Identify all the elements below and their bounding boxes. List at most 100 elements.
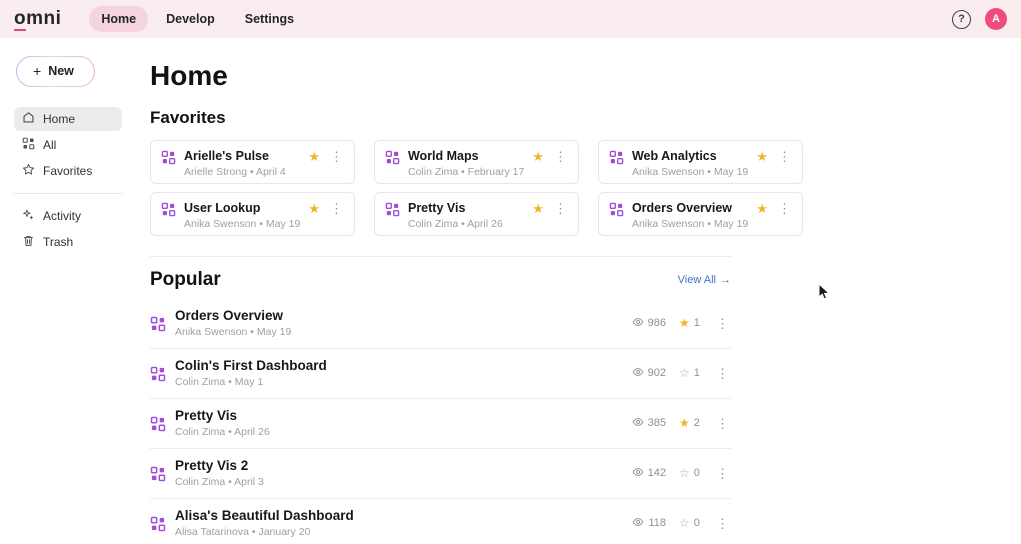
favorite-card[interactable]: Web Analytics Anika Swenson • May 19 ★ ⋮ <box>598 140 803 184</box>
star-toggle-icon[interactable]: ★ <box>679 417 690 430</box>
star-toggle-icon[interactable]: ★ <box>679 317 690 330</box>
trash-icon <box>22 234 35 250</box>
popular-row-stats: 986 ★ 1 ⋮ <box>622 316 731 331</box>
help-icon[interactable]: ? <box>952 10 971 29</box>
dashboard-icon <box>150 516 166 532</box>
views-count: 902 <box>648 367 666 379</box>
favorite-card[interactable]: User Lookup Anika Swenson • May 19 ★ ⋮ <box>150 192 355 236</box>
popular-row-title: Pretty Vis <box>175 408 613 423</box>
star-toggle-icon[interactable]: ☆ <box>679 467 690 480</box>
view-all-label: View All <box>678 274 716 286</box>
more-menu-icon[interactable]: ⋮ <box>776 202 793 215</box>
star-toggle-icon[interactable]: ☆ <box>679 517 690 530</box>
popular-row-text: Pretty Vis Colin Zima • April 26 <box>175 408 613 438</box>
views-stat: 385 <box>622 416 666 431</box>
views-count: 142 <box>648 467 666 479</box>
stars-count: 0 <box>694 467 700 479</box>
popular-row-text: Orders Overview Anika Swenson • May 19 <box>175 308 613 338</box>
favorite-card-subtitle: Anika Swenson • May 19 <box>632 218 748 230</box>
stars-stat: ★ 2 <box>679 417 701 430</box>
sidebar-nav: Home All Favorites Activity Trash <box>14 107 136 254</box>
more-menu-icon[interactable]: ⋮ <box>714 367 731 380</box>
favorite-card-title: World Maps <box>408 149 524 163</box>
dashboard-icon <box>150 466 166 482</box>
popular-row[interactable]: Pretty Vis Colin Zima • April 26 385 ★ 2 <box>150 399 731 449</box>
favorite-card-title: Pretty Vis <box>408 201 524 215</box>
popular-row[interactable]: Orders Overview Anika Swenson • May 19 9… <box>150 299 731 349</box>
favorites-grid: Arielle's Pulse Arielle Strong • April 4… <box>150 140 731 236</box>
eye-icon <box>632 366 644 381</box>
star-toggle-icon[interactable]: ☆ <box>679 367 690 380</box>
popular-row-subtitle: Alisa Tatarinova • January 20 <box>175 526 613 538</box>
sidebar-divider <box>14 193 122 194</box>
eye-icon <box>632 466 644 481</box>
more-menu-icon[interactable]: ⋮ <box>552 202 569 215</box>
favorite-star-icon[interactable]: ★ <box>756 150 768 163</box>
more-menu-icon[interactable]: ⋮ <box>328 202 345 215</box>
favorite-star-icon[interactable]: ★ <box>756 202 768 215</box>
favorite-card-text: World Maps Colin Zima • February 17 <box>408 149 524 178</box>
app-window: omni Home Develop Settings ? A + New Hom… <box>0 0 1021 544</box>
page-title: Home <box>150 60 731 92</box>
popular-row[interactable]: Colin's First Dashboard Colin Zima • May… <box>150 349 731 399</box>
views-count: 118 <box>648 517 666 529</box>
popular-row-title: Pretty Vis 2 <box>175 458 613 473</box>
dashboard-icon <box>150 416 166 432</box>
sidebar-item-label: Home <box>43 112 75 126</box>
omni-logo[interactable]: omni <box>14 8 61 30</box>
sidebar-item-label: All <box>43 138 56 152</box>
popular-row-text: Colin's First Dashboard Colin Zima • May… <box>175 358 613 388</box>
view-all-link[interactable]: View All → <box>678 274 731 286</box>
sidebar-item-trash[interactable]: Trash <box>14 230 122 254</box>
sidebar-item-label: Activity <box>43 209 81 223</box>
sidebar-item-all[interactable]: All <box>14 133 122 157</box>
views-count: 385 <box>648 417 666 429</box>
more-menu-icon[interactable]: ⋮ <box>714 517 731 530</box>
dashboard-icon <box>609 202 624 217</box>
favorite-card-text: Arielle's Pulse Arielle Strong • April 4 <box>184 149 300 178</box>
sidebar-item-home[interactable]: Home <box>14 107 122 131</box>
popular-row[interactable]: Pretty Vis 2 Colin Zima • April 3 142 ☆ … <box>150 449 731 499</box>
more-menu-icon[interactable]: ⋮ <box>552 150 569 163</box>
popular-row[interactable]: Alisa's Beautiful Dashboard Alisa Tatari… <box>150 499 731 544</box>
sidebar-item-favorites[interactable]: Favorites <box>14 159 122 183</box>
views-stat: 986 <box>622 316 666 331</box>
eye-icon <box>632 416 644 431</box>
popular-row-stats: 142 ☆ 0 ⋮ <box>622 466 731 481</box>
popular-row-stats: 385 ★ 2 ⋮ <box>622 416 731 431</box>
stars-stat: ★ 1 <box>679 317 701 330</box>
sidebar-item-label: Trash <box>43 235 73 249</box>
popular-row-subtitle: Anika Swenson • May 19 <box>175 326 613 338</box>
favorite-star-icon[interactable]: ★ <box>308 202 320 215</box>
topbar-nav-home[interactable]: Home <box>89 6 148 32</box>
favorite-card[interactable]: Arielle's Pulse Arielle Strong • April 4… <box>150 140 355 184</box>
favorite-card[interactable]: Orders Overview Anika Swenson • May 19 ★… <box>598 192 803 236</box>
more-menu-icon[interactable]: ⋮ <box>776 150 793 163</box>
new-button[interactable]: + New <box>16 56 95 87</box>
favorite-star-icon[interactable]: ★ <box>532 202 544 215</box>
favorite-card[interactable]: Pretty Vis Colin Zima • April 26 ★ ⋮ <box>374 192 579 236</box>
dashboard-icon <box>150 316 166 332</box>
more-menu-icon[interactable]: ⋮ <box>328 150 345 163</box>
favorite-card-text: Web Analytics Anika Swenson • May 19 <box>632 149 748 178</box>
favorite-card[interactable]: World Maps Colin Zima • February 17 ★ ⋮ <box>374 140 579 184</box>
more-menu-icon[interactable]: ⋮ <box>714 317 731 330</box>
topbar-nav-settings[interactable]: Settings <box>233 6 306 32</box>
favorite-star-icon[interactable]: ★ <box>532 150 544 163</box>
more-menu-icon[interactable]: ⋮ <box>714 467 731 480</box>
more-menu-icon[interactable]: ⋮ <box>714 417 731 430</box>
section-divider <box>150 256 731 257</box>
grid-icon <box>22 137 35 153</box>
topbar-nav-develop[interactable]: Develop <box>154 6 227 32</box>
views-count: 986 <box>648 317 666 329</box>
stars-count: 0 <box>694 517 700 529</box>
dashboard-icon <box>609 150 624 165</box>
stars-stat: ☆ 1 <box>679 367 701 380</box>
dashboard-icon <box>385 202 400 217</box>
avatar[interactable]: A <box>985 8 1007 30</box>
home-icon <box>22 111 35 127</box>
arrow-right-icon: → <box>720 274 731 286</box>
favorite-star-icon[interactable]: ★ <box>308 150 320 163</box>
favorite-card-subtitle: Colin Zima • February 17 <box>408 166 524 178</box>
sidebar-item-activity[interactable]: Activity <box>14 204 122 228</box>
